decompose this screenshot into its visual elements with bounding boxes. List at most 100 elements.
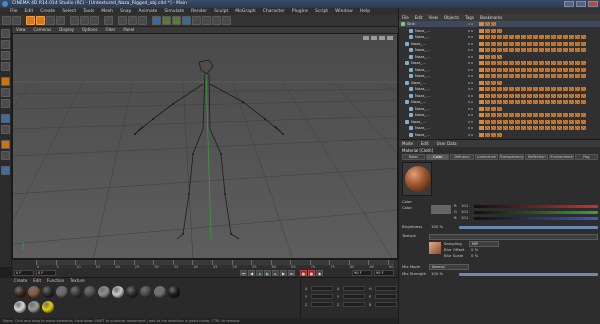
weight-tag-icon[interactable] — [485, 132, 490, 137]
material-swatch[interactable] — [14, 286, 26, 298]
weight-tag-icon[interactable] — [491, 106, 496, 111]
material-tag-icon[interactable] — [479, 48, 484, 52]
material-tag-icon[interactable] — [479, 74, 484, 78]
weight-tag-icon[interactable] — [569, 61, 574, 65]
material-tag-icon[interactable] — [479, 80, 484, 85]
weight-tag-icon[interactable] — [575, 48, 580, 52]
weight-tag-icon[interactable] — [551, 126, 556, 130]
visibility-dots[interactable] — [468, 113, 473, 116]
material-menu-texture[interactable]: Texture — [70, 278, 85, 284]
weight-tag-icon[interactable] — [539, 126, 544, 130]
object-row[interactable]: Naza_... — [399, 86, 600, 92]
visibility-dot-icon[interactable] — [468, 75, 470, 77]
weight-tag-icon[interactable] — [521, 48, 526, 52]
visibility-dot-icon[interactable] — [471, 133, 473, 136]
weight-tag-icon[interactable] — [533, 48, 538, 52]
visibility-dots[interactable] — [468, 42, 473, 45]
weight-tag-icon[interactable] — [515, 74, 520, 78]
weight-tag-icon[interactable] — [497, 67, 502, 72]
weight-tag-icon[interactable] — [515, 119, 520, 124]
weight-tag-icon[interactable] — [563, 67, 568, 72]
weight-tag-icon[interactable] — [497, 126, 502, 130]
weight-tag-icon[interactable] — [557, 119, 562, 124]
weight-tag-icon[interactable] — [557, 41, 562, 46]
weight-tag-icon[interactable] — [551, 119, 556, 124]
weight-tag-icon[interactable] — [527, 35, 532, 39]
attribute-menu-mode[interactable]: Mode — [402, 140, 413, 147]
material-swatch[interactable] — [42, 301, 54, 313]
object-row[interactable]: Naza_... — [399, 119, 600, 125]
visibility-dot-icon[interactable] — [471, 29, 473, 32]
weight-tag-icon[interactable] — [485, 106, 490, 111]
weight-tag-icon[interactable] — [491, 126, 496, 130]
object-row[interactable]: Naza_... — [399, 112, 600, 118]
menu-file[interactable]: File — [10, 8, 18, 15]
weight-tag-icon[interactable] — [509, 74, 514, 78]
object-row[interactable]: Naza_... — [399, 93, 600, 99]
weight-tag-icon[interactable] — [545, 113, 550, 117]
material-swatch[interactable] — [126, 286, 138, 298]
object-row[interactable]: Naza_... — [399, 54, 600, 60]
weight-tag-icon[interactable] — [515, 93, 520, 98]
color-swatch[interactable] — [431, 205, 451, 214]
render-settings-button[interactable] — [138, 16, 147, 25]
visibility-dot-icon[interactable] — [471, 68, 473, 71]
object-row[interactable]: Naza_... — [399, 60, 600, 66]
axis-mode-button[interactable] — [1, 114, 10, 123]
material-tag-icon[interactable] — [479, 54, 484, 59]
coordinate-field[interactable] — [375, 286, 397, 291]
weight-tag-icon[interactable] — [491, 93, 496, 98]
weight-tag-icon[interactable] — [527, 126, 532, 130]
visibility-dots[interactable] — [468, 61, 473, 64]
weight-tag-icon[interactable] — [569, 67, 574, 72]
mix-strength-slider[interactable] — [459, 273, 598, 276]
menu-render[interactable]: Render — [191, 8, 207, 15]
weight-tag-icon[interactable] — [527, 61, 532, 65]
weight-tag-icon[interactable] — [521, 119, 526, 124]
weight-tag-icon[interactable] — [557, 61, 562, 65]
visibility-dots[interactable] — [468, 94, 473, 97]
weight-tag-icon[interactable] — [551, 67, 556, 72]
weight-tag-icon[interactable] — [527, 41, 532, 46]
weight-tag-icon[interactable] — [533, 100, 538, 104]
visibility-dots[interactable] — [468, 133, 473, 136]
weight-tag-icon[interactable] — [503, 93, 508, 98]
visibility-dot-icon[interactable] — [471, 81, 473, 84]
perspective-viewport[interactable] — [12, 33, 398, 259]
weight-tag-icon[interactable] — [485, 119, 490, 124]
weight-tag-icon[interactable] — [581, 48, 586, 52]
weight-tag-icon[interactable] — [509, 87, 514, 91]
weight-tag-icon[interactable] — [539, 113, 544, 117]
weight-tag-icon[interactable] — [557, 67, 562, 72]
weight-tag-icon[interactable] — [521, 67, 526, 72]
weight-tag-icon[interactable] — [491, 48, 496, 52]
object-row[interactable]: Naza_... — [399, 47, 600, 53]
weight-tag-icon[interactable] — [581, 126, 586, 130]
menu-select[interactable]: Select — [62, 8, 76, 15]
weight-tag-icon[interactable] — [545, 100, 550, 104]
weight-tag-icon[interactable] — [545, 35, 550, 39]
weight-tag-icon[interactable] — [497, 113, 502, 117]
object-row[interactable]: Naza_... — [399, 80, 600, 86]
redo-button[interactable] — [12, 16, 21, 25]
weight-tag-icon[interactable] — [503, 87, 508, 91]
b-channel-value[interactable]: 101 — [461, 215, 468, 221]
visibility-dots[interactable] — [468, 120, 473, 123]
visibility-dot-icon[interactable] — [468, 133, 470, 136]
edges-mode-button[interactable] — [1, 88, 10, 97]
visibility-dot-icon[interactable] — [468, 42, 470, 45]
sculpt-button[interactable] — [1, 166, 10, 175]
weight-tag-icon[interactable] — [533, 113, 538, 117]
weight-tag-icon[interactable] — [533, 93, 538, 98]
weight-tag-icon[interactable] — [539, 48, 544, 52]
g-channel-slider[interactable] — [474, 211, 598, 214]
weight-tag-icon[interactable] — [533, 35, 538, 39]
weight-tag-icon[interactable] — [503, 35, 508, 39]
model-mode-button[interactable] — [1, 40, 10, 49]
texture-mode-button[interactable] — [1, 51, 10, 60]
weight-tag-icon[interactable] — [521, 126, 526, 130]
menu-sculpt[interactable]: Sculpt — [214, 8, 228, 15]
weight-tag-icon[interactable] — [491, 87, 496, 91]
weight-tag-icon[interactable] — [539, 100, 544, 104]
array-button[interactable] — [182, 16, 191, 25]
